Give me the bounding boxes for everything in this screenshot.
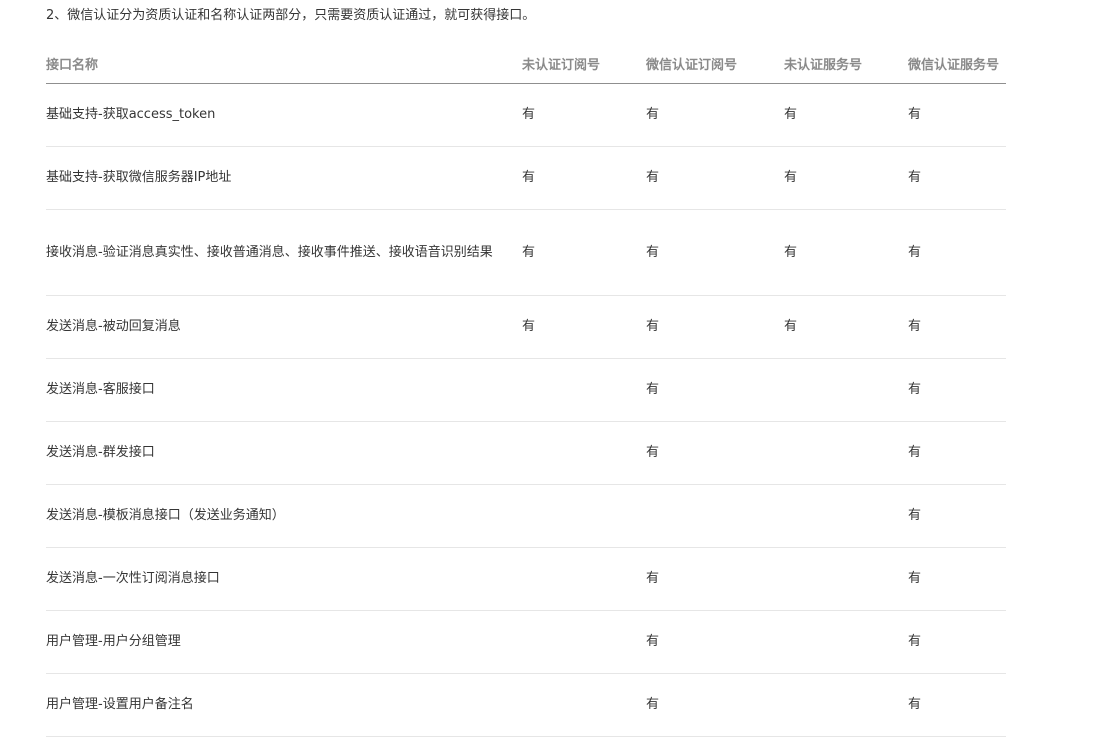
table-row: 接收消息-验证消息真实性、接收普通消息、接收事件推送、接收语音识别结果 有 有 … bbox=[46, 209, 1006, 296]
cell-verified-service: 有 bbox=[908, 209, 1006, 296]
cell-unverified-subscription bbox=[522, 484, 646, 548]
header-unverified-service: 未认证服务号 bbox=[784, 44, 908, 84]
cell-verified-subscription: 有 bbox=[646, 83, 784, 147]
cell-unverified-subscription: 有 bbox=[522, 146, 646, 210]
cell-unverified-service bbox=[784, 610, 908, 674]
cell-unverified-subscription: 有 bbox=[522, 295, 646, 359]
cell-verified-service: 有 bbox=[908, 83, 1006, 147]
row-api-name: 基础支持-获取access_token bbox=[46, 83, 522, 147]
cell-verified-subscription: 有 bbox=[646, 610, 784, 674]
table-row: 发送消息-群发接口 有 有 bbox=[46, 421, 1006, 485]
row-api-name: 用户管理-设置用户备注名 bbox=[46, 673, 522, 737]
cell-verified-service: 有 bbox=[908, 484, 1006, 548]
cell-verified-service: 有 bbox=[908, 146, 1006, 210]
cell-unverified-subscription bbox=[522, 610, 646, 674]
cell-unverified-service: 有 bbox=[784, 295, 908, 359]
cell-unverified-subscription bbox=[522, 547, 646, 611]
cell-verified-service: 有 bbox=[908, 358, 1006, 422]
row-api-name: 接收消息-验证消息真实性、接收普通消息、接收事件推送、接收语音识别结果 bbox=[46, 209, 522, 296]
cell-verified-subscription: 有 bbox=[646, 146, 784, 210]
cell-verified-subscription: 有 bbox=[646, 209, 784, 296]
cell-verified-service: 有 bbox=[908, 421, 1006, 485]
table-row: 基础支持-获取access_token 有 有 有 有 bbox=[46, 83, 1006, 147]
cell-verified-service: 有 bbox=[908, 673, 1006, 737]
table-row: 基础支持-获取微信服务器IP地址 有 有 有 有 bbox=[46, 146, 1006, 210]
row-api-name: 发送消息-被动回复消息 bbox=[46, 295, 522, 359]
cell-unverified-service bbox=[784, 421, 908, 485]
cell-unverified-subscription bbox=[522, 358, 646, 422]
cell-unverified-service bbox=[784, 358, 908, 422]
cell-unverified-service bbox=[784, 484, 908, 548]
cell-unverified-subscription bbox=[522, 673, 646, 737]
row-api-name: 发送消息-群发接口 bbox=[46, 421, 522, 485]
cell-unverified-subscription bbox=[522, 421, 646, 485]
row-api-name: 发送消息-一次性订阅消息接口 bbox=[46, 547, 522, 611]
table-row: 发送消息-模板消息接口（发送业务通知） 有 bbox=[46, 484, 1006, 548]
header-api-name: 接口名称 bbox=[46, 44, 522, 84]
cell-unverified-service bbox=[784, 673, 908, 737]
cell-verified-service: 有 bbox=[908, 547, 1006, 611]
cell-verified-subscription bbox=[646, 484, 784, 548]
header-verified-subscription: 微信认证订阅号 bbox=[646, 44, 784, 84]
cell-verified-service: 有 bbox=[908, 295, 1006, 359]
header-unverified-subscription: 未认证订阅号 bbox=[522, 44, 646, 84]
table-row: 发送消息-客服接口 有 有 bbox=[46, 358, 1006, 422]
table-row: 用户管理-设置用户备注名 有 有 bbox=[46, 673, 1006, 737]
header-verified-service: 微信认证服务号 bbox=[908, 44, 1006, 84]
cell-verified-subscription: 有 bbox=[646, 295, 784, 359]
cell-unverified-service bbox=[784, 547, 908, 611]
table-row: 发送消息-被动回复消息 有 有 有 有 bbox=[46, 295, 1006, 359]
cell-verified-service: 有 bbox=[908, 610, 1006, 674]
cell-unverified-service: 有 bbox=[784, 146, 908, 210]
row-api-name: 发送消息-客服接口 bbox=[46, 358, 522, 422]
row-api-name: 发送消息-模板消息接口（发送业务通知） bbox=[46, 484, 522, 548]
api-permissions-table: 接口名称 未认证订阅号 微信认证订阅号 未认证服务号 微信认证服务号 基础支持-… bbox=[46, 44, 1006, 737]
table-row: 用户管理-用户分组管理 有 有 bbox=[46, 610, 1006, 674]
cell-unverified-service: 有 bbox=[784, 83, 908, 147]
table-row: 发送消息-一次性订阅消息接口 有 有 bbox=[46, 547, 1006, 611]
cell-verified-subscription: 有 bbox=[646, 673, 784, 737]
cell-unverified-subscription: 有 bbox=[522, 209, 646, 296]
cell-verified-subscription: 有 bbox=[646, 547, 784, 611]
cell-verified-subscription: 有 bbox=[646, 358, 784, 422]
cell-unverified-subscription: 有 bbox=[522, 83, 646, 147]
cell-unverified-service: 有 bbox=[784, 209, 908, 296]
intro-text: 2、微信认证分为资质认证和名称认证两部分，只需要资质认证通过，就可获得接口。 bbox=[46, 8, 536, 23]
cell-verified-subscription: 有 bbox=[646, 421, 784, 485]
row-api-name: 用户管理-用户分组管理 bbox=[46, 610, 522, 674]
row-api-name: 基础支持-获取微信服务器IP地址 bbox=[46, 146, 522, 210]
table-header-row: 接口名称 未认证订阅号 微信认证订阅号 未认证服务号 微信认证服务号 bbox=[46, 44, 1006, 84]
